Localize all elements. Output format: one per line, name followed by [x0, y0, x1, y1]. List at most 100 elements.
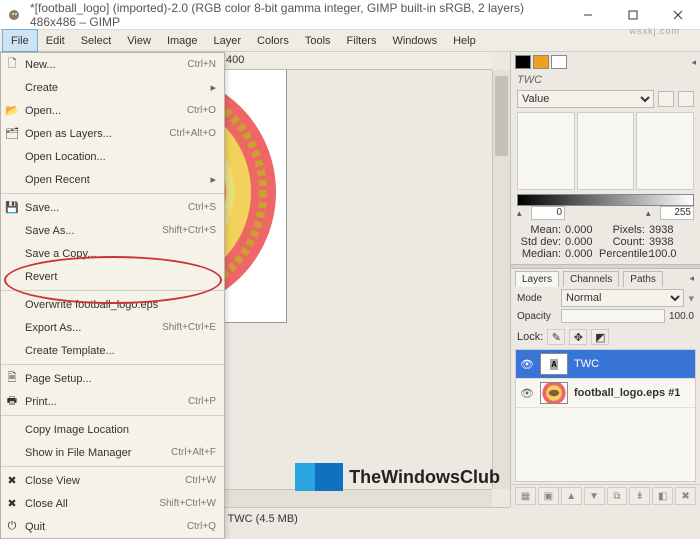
channel-select[interactable]: Value	[517, 90, 654, 108]
tab-layers[interactable]: Layers	[515, 271, 559, 287]
menu-file[interactable]: File	[2, 29, 38, 52]
layer-dock-menu-icon[interactable]: ◂	[687, 271, 696, 287]
opacity-label: Opacity	[517, 311, 557, 322]
range-right-handle[interactable]: ▴	[646, 208, 656, 219]
new-group-icon[interactable]: ▣	[538, 487, 559, 505]
layers-list: 👁 A TWC 👁 football_logo.eps #1	[515, 349, 696, 482]
submenu-arrow-icon: ▸	[210, 173, 216, 186]
menu-revert[interactable]: Revert	[1, 265, 224, 288]
folder-icon: 📂	[5, 104, 19, 118]
mode-select[interactable]: Normal	[561, 289, 684, 307]
menu-create-template[interactable]: Create Template...	[1, 339, 224, 362]
mask-layer-icon[interactable]: ◧	[652, 487, 673, 505]
page-icon: 🗎	[5, 372, 19, 386]
menu-page-setup[interactable]: 🗎Page Setup...	[1, 367, 224, 390]
close-icon: ✖	[5, 474, 19, 488]
opacity-value: 100.0	[669, 311, 694, 322]
menu-image[interactable]: Image	[159, 30, 206, 51]
menu-edit[interactable]: Edit	[38, 30, 73, 51]
tab-paths[interactable]: Paths	[623, 271, 663, 287]
lock-alpha-icon[interactable]: ◩	[591, 329, 609, 345]
layer-tabs: Layers Channels Paths ◂	[511, 271, 700, 287]
range-max[interactable]: 255	[660, 206, 694, 220]
visibility-icon[interactable]: 👁	[520, 387, 534, 400]
menu-close-view[interactable]: ✖Close ViewCtrl+W	[1, 469, 224, 492]
gradient-bar[interactable]	[517, 194, 694, 206]
menu-open-recent[interactable]: Open Recent▸	[1, 168, 224, 191]
menu-quit[interactable]: ⏻QuitCtrl+Q	[1, 515, 224, 538]
histogram-log-icon[interactable]	[678, 91, 694, 107]
submenu-arrow-icon: ▸	[210, 81, 216, 94]
menu-save-as[interactable]: Save As...Shift+Ctrl+S	[1, 219, 224, 242]
menu-new[interactable]: 🗋New...Ctrl+N	[1, 53, 224, 76]
histogram	[517, 112, 694, 190]
visibility-icon[interactable]: 👁	[520, 358, 534, 371]
menu-help[interactable]: Help	[445, 30, 484, 51]
menu-print[interactable]: 🖶Print...Ctrl+P	[1, 390, 224, 413]
minimize-button[interactable]	[565, 0, 610, 30]
window-title: *[football_logo] (imported)-2.0 (RGB col…	[30, 1, 565, 29]
layer-row-twc[interactable]: 👁 A TWC	[516, 350, 695, 379]
file-icon: 🗋	[5, 58, 19, 72]
menu-bar: File Edit Select View Image Layer Colors…	[0, 30, 700, 52]
raise-layer-icon[interactable]: ▲	[561, 487, 582, 505]
menu-show-file-manager[interactable]: Show in File ManagerCtrl+Alt+F	[1, 441, 224, 464]
layer-action-buttons: ▦ ▣ ▲ ▼ ⧉ ⇟ ◧ ✖	[511, 484, 700, 507]
status-image-info: TWC (4.5 MB)	[228, 513, 298, 525]
print-icon: 🖶	[5, 395, 19, 409]
opacity-slider[interactable]	[561, 309, 665, 323]
duplicate-layer-icon[interactable]: ⧉	[607, 487, 628, 505]
menu-overwrite[interactable]: Overwrite football_logo.eps	[1, 293, 224, 316]
layer-thumb-logo	[540, 382, 568, 404]
lower-layer-icon[interactable]: ▼	[584, 487, 605, 505]
layer-name-1: TWC	[574, 358, 599, 370]
menu-windows[interactable]: Windows	[384, 30, 445, 51]
dock-tab-1[interactable]	[515, 55, 531, 69]
dock-menu-icon[interactable]: ◂	[691, 57, 696, 68]
histogram-linear-icon[interactable]	[658, 91, 674, 107]
delete-layer-icon[interactable]: ✖	[675, 487, 696, 505]
new-layer-icon[interactable]: ▦	[515, 487, 536, 505]
menu-copy-location[interactable]: Copy Image Location	[1, 418, 224, 441]
watermark: TheWindowsClub	[295, 463, 500, 491]
menu-colors[interactable]: Colors	[249, 30, 297, 51]
dock-tab-3[interactable]	[551, 55, 567, 69]
menu-create[interactable]: Create▸	[1, 76, 224, 99]
histogram-layer-name: TWC	[511, 72, 700, 88]
dock-tab-2[interactable]	[533, 55, 549, 69]
merge-layer-icon[interactable]: ⇟	[629, 487, 650, 505]
gimp-icon	[8, 7, 24, 23]
save-icon: 💾	[5, 201, 19, 215]
dock-tab-strip: ◂	[511, 52, 700, 72]
layer-thumb-twc: A	[540, 353, 568, 375]
menu-filters[interactable]: Filters	[339, 30, 385, 51]
close-all-icon: ✖	[5, 497, 19, 511]
menu-open[interactable]: 📂Open...Ctrl+O	[1, 99, 224, 122]
range-left-handle[interactable]: ▴	[517, 208, 527, 219]
lock-label: Lock:	[517, 331, 543, 343]
menu-open-layers[interactable]: 🗂Open as Layers...Ctrl+Alt+O	[1, 122, 224, 145]
corner-watermark: wsxkj.com	[629, 26, 680, 36]
layers-icon: 🗂	[5, 127, 19, 141]
menu-close-all[interactable]: ✖Close AllShift+Ctrl+W	[1, 492, 224, 515]
layer-row-logo[interactable]: 👁 football_logo.eps #1	[516, 379, 695, 408]
tab-channels[interactable]: Channels	[563, 271, 619, 287]
file-menu-dropdown: 🗋New...Ctrl+N Create▸ 📂Open...Ctrl+O 🗂Op…	[0, 52, 225, 539]
menu-save[interactable]: 💾Save...Ctrl+S	[1, 196, 224, 219]
layer-name-2: football_logo.eps #1	[574, 387, 680, 399]
menu-open-location[interactable]: Open Location...	[1, 145, 224, 168]
scrollbar-vertical[interactable]	[492, 70, 510, 489]
menu-layer[interactable]: Layer	[206, 30, 250, 51]
lock-pixels-icon[interactable]: ✎	[547, 329, 565, 345]
histogram-stats: Mean:0.000Pixels:3938 Std dev:0.000Count…	[511, 222, 700, 262]
quit-icon: ⏻	[5, 520, 19, 534]
range-min[interactable]: 0	[531, 206, 565, 220]
lock-position-icon[interactable]: ✥	[569, 329, 587, 345]
menu-view[interactable]: View	[119, 30, 159, 51]
menu-select[interactable]: Select	[73, 30, 120, 51]
title-bar: *[football_logo] (imported)-2.0 (RGB col…	[0, 0, 700, 30]
right-dock: ◂ TWC Value ▴ 0 ▴ 255 Mean:0.000Pixels:3…	[510, 52, 700, 507]
menu-save-copy[interactable]: Save a Copy...	[1, 242, 224, 265]
menu-export-as[interactable]: Export As...Shift+Ctrl+E	[1, 316, 224, 339]
menu-tools[interactable]: Tools	[297, 30, 339, 51]
